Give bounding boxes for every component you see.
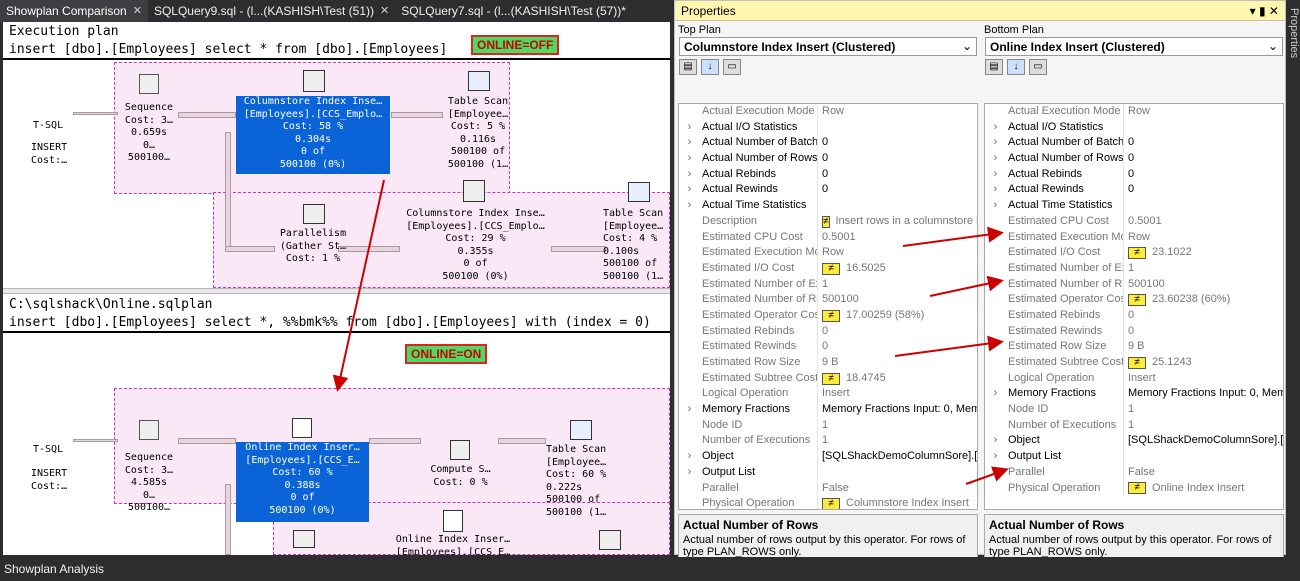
arrow [894, 335, 1004, 357]
arrow [902, 226, 1004, 247]
arrow [929, 275, 1004, 297]
showplan-analysis-label: Showplan Analysis [4, 562, 105, 576]
showplan-analysis-bar[interactable]: Showplan Analysis [0, 557, 1300, 581]
arrow [965, 466, 1009, 485]
annotation-arrows [332, 179, 1009, 485]
arrow [332, 179, 385, 392]
